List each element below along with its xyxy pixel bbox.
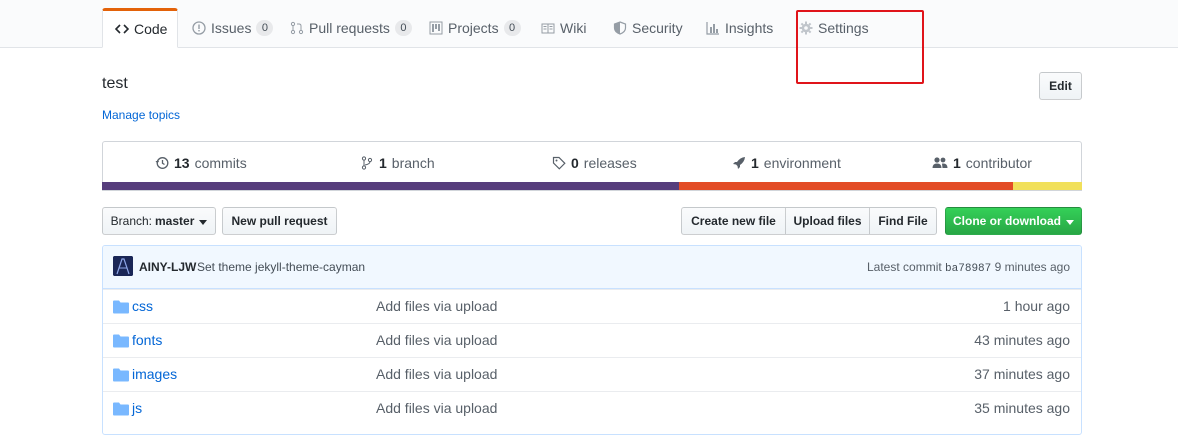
branch-icon bbox=[360, 156, 374, 170]
branch-label: branch bbox=[391, 155, 435, 171]
file-commit-message[interactable]: Add files via upload bbox=[376, 332, 497, 348]
commit-sha[interactable]: ba78987 bbox=[945, 263, 991, 275]
file-name-link[interactable]: images bbox=[132, 366, 177, 382]
file-row-css: css Add files via upload 1 hour ago bbox=[103, 289, 1081, 323]
commit-age: 9 minutes ago bbox=[994, 260, 1070, 274]
latest-commit-label: Latest commit bbox=[867, 260, 942, 274]
issue-icon bbox=[192, 20, 206, 35]
people-icon bbox=[932, 156, 948, 170]
file-commit-message[interactable]: Add files via upload bbox=[376, 298, 497, 314]
avatar[interactable] bbox=[113, 256, 133, 276]
project-icon bbox=[429, 21, 443, 35]
tag-icon bbox=[552, 156, 566, 170]
file-age: 43 minutes ago bbox=[974, 332, 1070, 348]
upload-files-button[interactable]: Upload files bbox=[785, 207, 870, 235]
language-segment bbox=[679, 182, 1013, 190]
file-name-link[interactable]: fonts bbox=[132, 332, 162, 348]
commits-label: commits bbox=[194, 155, 247, 171]
language-bar[interactable] bbox=[102, 182, 1082, 190]
history-icon bbox=[155, 156, 169, 170]
contributor-summary[interactable]: 1 contributor bbox=[932, 155, 1032, 171]
tab-label: Security bbox=[632, 19, 683, 36]
environment-count: 1 bbox=[751, 155, 759, 171]
tab-label: Issues bbox=[211, 19, 252, 36]
tab-label: Wiki bbox=[560, 19, 587, 36]
commits-summary[interactable]: 13 commits bbox=[155, 155, 247, 171]
file-commit-message[interactable]: Add files via upload bbox=[376, 366, 497, 382]
clone-label: Clone or download bbox=[953, 214, 1061, 228]
file-name-link[interactable]: js bbox=[132, 400, 142, 416]
commits-count: 13 bbox=[174, 155, 190, 171]
commit-author[interactable]: AINY-LJW bbox=[139, 260, 196, 274]
branch-prefix: Branch: bbox=[110, 214, 152, 228]
file-table: AINY-LJW Set theme jekyll-theme-cayman L… bbox=[102, 245, 1082, 435]
commit-tease: AINY-LJW Set theme jekyll-theme-cayman L… bbox=[103, 246, 1081, 289]
tab-code[interactable]: Code bbox=[102, 8, 178, 48]
book-icon bbox=[541, 21, 555, 35]
folder-icon bbox=[113, 334, 129, 348]
releases-count: 0 bbox=[571, 155, 579, 171]
code-icon bbox=[115, 22, 129, 36]
tab-label: Pull requests bbox=[309, 19, 390, 36]
find-file-button[interactable]: Find File bbox=[869, 207, 937, 235]
rocket-icon bbox=[732, 156, 746, 170]
settings-highlight-annotation bbox=[796, 10, 924, 84]
branch-select-button[interactable]: Branch: master bbox=[102, 207, 216, 235]
graph-icon bbox=[706, 21, 720, 35]
tab-label: Projects bbox=[448, 19, 499, 36]
tab-label: Code bbox=[134, 21, 168, 37]
environment-label: environment bbox=[763, 155, 841, 171]
file-name-link[interactable]: css bbox=[132, 298, 153, 314]
repo-nav: Code Issues 0 Pull requests 0 Projects 0… bbox=[0, 0, 1178, 48]
language-segment bbox=[102, 182, 679, 190]
caret-down-icon bbox=[1066, 214, 1074, 228]
file-row-images: images Add files via upload 37 minutes a… bbox=[103, 357, 1081, 391]
file-row-fonts: fonts Add files via upload 43 minutes ag… bbox=[103, 323, 1081, 357]
file-age: 37 minutes ago bbox=[974, 366, 1070, 382]
tab-pull-requests[interactable]: Pull requests 0 bbox=[278, 8, 424, 47]
file-commit-message[interactable]: Add files via upload bbox=[376, 400, 497, 416]
contributor-label: contributor bbox=[965, 155, 1032, 171]
edit-button[interactable]: Edit bbox=[1039, 72, 1082, 100]
tab-security[interactable]: Security bbox=[601, 8, 695, 47]
manage-topics-link[interactable]: Manage topics bbox=[102, 108, 180, 122]
tab-insights[interactable]: Insights bbox=[694, 8, 785, 47]
tab-issues[interactable]: Issues 0 bbox=[180, 8, 285, 47]
file-age: 1 hour ago bbox=[1003, 298, 1070, 314]
language-segment bbox=[1013, 182, 1082, 190]
folder-icon bbox=[113, 402, 129, 416]
branch-count: 1 bbox=[379, 155, 387, 171]
new-pull-request-button[interactable]: New pull request bbox=[222, 207, 337, 235]
releases-label: releases bbox=[583, 155, 637, 171]
caret-down-icon bbox=[199, 214, 208, 228]
file-age: 35 minutes ago bbox=[974, 400, 1070, 416]
folder-icon bbox=[113, 300, 129, 314]
releases-summary[interactable]: 0 releases bbox=[552, 155, 637, 171]
issues-count: 0 bbox=[256, 19, 274, 36]
tab-projects[interactable]: Projects 0 bbox=[417, 8, 533, 47]
pull-requests-count: 0 bbox=[394, 19, 412, 36]
tab-label: Insights bbox=[725, 19, 774, 36]
environment-summary[interactable]: 1 environment bbox=[732, 155, 841, 171]
tab-wiki[interactable]: Wiki bbox=[529, 8, 598, 47]
repo-description: test bbox=[102, 75, 128, 92]
clone-or-download-button[interactable]: Clone or download bbox=[945, 207, 1082, 235]
projects-count: 0 bbox=[503, 19, 521, 36]
shield-icon bbox=[613, 20, 627, 35]
file-row-js: js Add files via upload 35 minutes ago bbox=[103, 391, 1081, 425]
commit-message[interactable]: Set theme jekyll-theme-cayman bbox=[197, 260, 365, 274]
branch-name: master bbox=[155, 214, 195, 228]
latest-commit-info: Latest commit ba78987 9 minutes ago bbox=[867, 260, 1070, 275]
create-new-file-button[interactable]: Create new file bbox=[681, 207, 786, 235]
branch-summary[interactable]: 1 branch bbox=[360, 155, 435, 171]
file-actions-group: Create new file Upload files Find File bbox=[681, 207, 937, 235]
folder-icon bbox=[113, 368, 129, 382]
contributor-count: 1 bbox=[953, 155, 961, 171]
pull-request-icon bbox=[290, 21, 304, 35]
